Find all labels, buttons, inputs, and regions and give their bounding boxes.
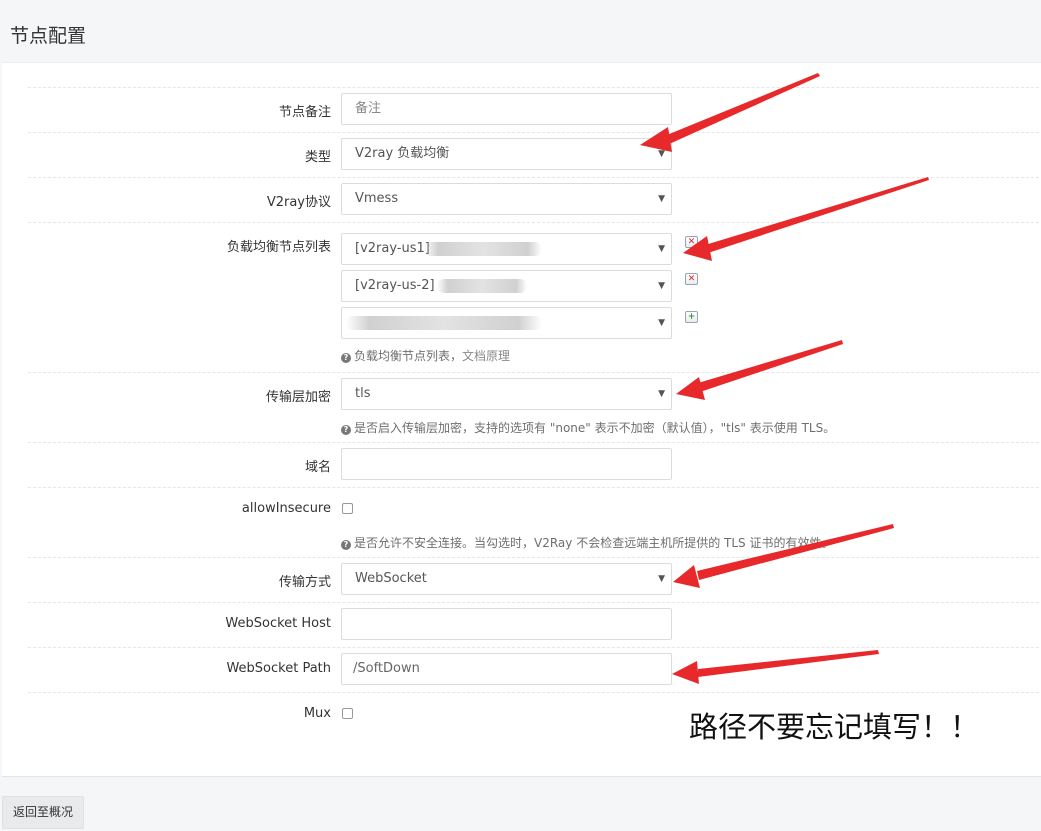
ws-host-label: WebSocket Host (225, 616, 331, 631)
balancer-help-text: 负载均衡节点列表， (354, 349, 463, 363)
type-select-value: V2ray 负载均衡 (355, 146, 450, 161)
ws-host-input[interactable] (341, 608, 672, 640)
docs-link[interactable]: 文档原理 (462, 349, 510, 363)
mux-label: Mux (303, 706, 331, 721)
question-circle-icon: ? (341, 425, 351, 435)
question-circle-icon: ? (341, 353, 351, 363)
protocol-select[interactable]: Vmess ▼ (341, 183, 672, 215)
divider (28, 442, 1039, 443)
annotation-note: 路径不要忘记填写！！ (689, 710, 980, 744)
chevron-down-icon: ▼ (658, 244, 665, 254)
divider (28, 132, 1039, 133)
security-label: 传输层加密 (265, 390, 331, 405)
balancer-node-value: [v2ray-us1] (355, 241, 430, 256)
security-select-value: tls (355, 386, 371, 401)
chevron-down-icon: ▼ (658, 389, 665, 399)
type-select[interactable]: V2ray 负载均衡 ▼ (341, 138, 672, 170)
protocol-select-value: Vmess (355, 191, 399, 206)
divider (28, 647, 1039, 648)
security-select[interactable]: tls ▼ (341, 378, 672, 410)
remove-node-icon[interactable]: ✕ (685, 236, 698, 248)
divider (28, 87, 1039, 88)
divider (28, 487, 1039, 488)
divider (28, 557, 1039, 558)
balancer-node-select[interactable]: ▼ (341, 307, 672, 339)
chevron-down-icon: ▼ (658, 194, 665, 204)
balancer-node-select[interactable]: [v2ray-us1] ▼ (341, 233, 672, 265)
page-title: 节点配置 (10, 25, 87, 47)
allow-insecure-label: allowInsecure (241, 501, 331, 516)
transport-select[interactable]: WebSocket ▼ (341, 563, 672, 595)
redacted-text (437, 279, 527, 293)
allow-insecure-checkbox[interactable] (342, 503, 353, 514)
balancer-label: 负载均衡节点列表 (226, 240, 331, 255)
redacted-text (346, 316, 542, 330)
security-help-text: 是否启入传输层加密，支持的选项有 "none" 表示不加密（默认值），"tls"… (354, 421, 836, 435)
balancer-node-select[interactable]: [v2ray-us-2] ▼ (341, 270, 672, 302)
question-circle-icon: ? (341, 540, 351, 550)
remark-input[interactable]: 备注 (341, 93, 672, 125)
domain-label: 域名 (304, 460, 331, 475)
chevron-down-icon: ▼ (658, 281, 665, 291)
balancer-node-value: [v2ray-us-2] (355, 278, 435, 293)
chevron-down-icon: ▼ (658, 318, 665, 328)
ws-path-input[interactable]: /SoftDown (341, 653, 672, 685)
chevron-down-icon: ▼ (658, 574, 665, 584)
allow-insecure-help-text: 是否允许不安全连接。当勾选时，V2Ray 不会检查远端主机所提供的 TLS 证书… (354, 536, 834, 550)
transport-label: 传输方式 (278, 575, 331, 590)
divider (28, 692, 1039, 693)
domain-input[interactable] (341, 448, 672, 480)
allow-insecure-help: ? 是否允许不安全连接。当勾选时，V2Ray 不会检查远端主机所提供的 TLS 证… (341, 534, 833, 551)
divider (28, 372, 1039, 373)
balancer-help: ? 负载均衡节点列表，文档原理 (341, 347, 510, 364)
back-to-overview-button[interactable]: 返回至概况 (2, 796, 84, 829)
mux-checkbox[interactable] (342, 708, 353, 719)
remove-node-icon[interactable]: ✕ (685, 273, 698, 285)
chevron-down-icon: ▼ (658, 149, 665, 159)
ws-path-label: WebSocket Path (226, 661, 331, 676)
remark-label: 节点备注 (278, 105, 331, 120)
divider (28, 602, 1039, 603)
add-node-icon[interactable]: + (685, 311, 698, 323)
divider (28, 177, 1039, 178)
redacted-text (424, 242, 542, 256)
security-help: ? 是否启入传输层加密，支持的选项有 "none" 表示不加密（默认值），"tls… (341, 419, 835, 436)
transport-select-value: WebSocket (355, 571, 427, 586)
protocol-label: V2ray协议 (266, 195, 331, 210)
type-label: 类型 (304, 150, 331, 165)
divider (28, 222, 1039, 223)
